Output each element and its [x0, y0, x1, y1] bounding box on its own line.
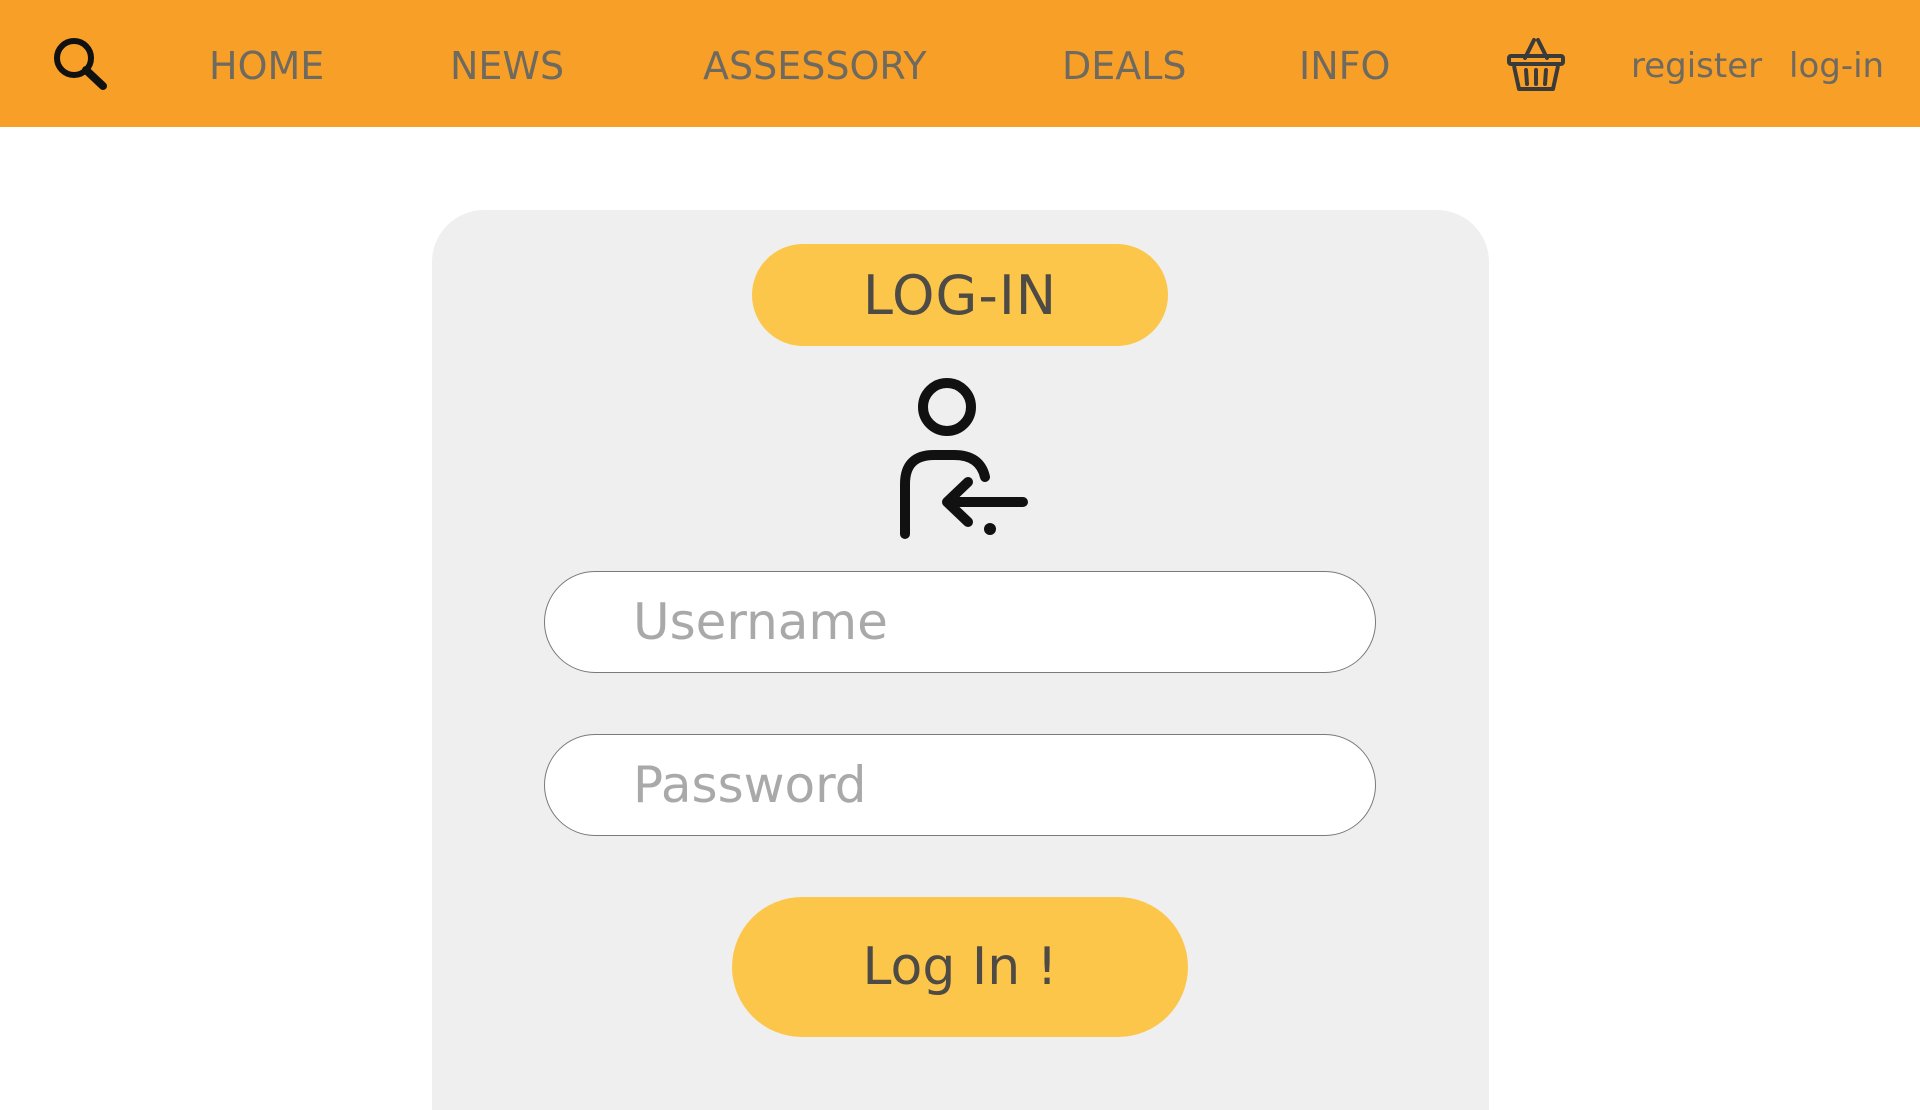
- register-link[interactable]: register: [1631, 42, 1762, 90]
- top-navigation-bar: HOME NEWS ASSESSORY DEALS INFO register …: [0, 0, 1920, 127]
- search-icon[interactable]: [50, 34, 110, 94]
- user-login-icon: [890, 372, 1030, 540]
- nav-info[interactable]: INFO: [1299, 40, 1390, 92]
- shopping-basket-icon[interactable]: [1506, 36, 1566, 94]
- nav-news[interactable]: NEWS: [450, 40, 564, 92]
- nav-home[interactable]: HOME: [209, 40, 324, 92]
- login-link[interactable]: log-in: [1789, 42, 1884, 90]
- login-submit-button[interactable]: Log In !: [732, 897, 1188, 1037]
- login-title: LOG-IN: [752, 244, 1168, 346]
- nav-accessory[interactable]: ASSESSORY: [703, 40, 927, 92]
- nav-deals[interactable]: DEALS: [1062, 40, 1187, 92]
- username-input[interactable]: [544, 571, 1376, 673]
- password-input[interactable]: [544, 734, 1376, 836]
